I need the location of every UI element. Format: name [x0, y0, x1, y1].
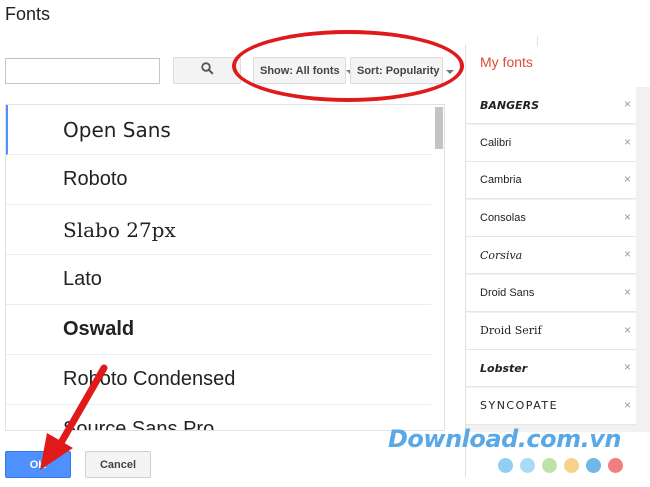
watermark-dot — [608, 458, 623, 473]
annotation-arrow — [40, 364, 108, 470]
watermark-text: Download.com.vn — [388, 425, 621, 453]
watermark-dot — [586, 458, 601, 473]
watermark: Download.com.vn — [388, 425, 638, 481]
watermark-dots — [498, 458, 623, 473]
watermark-dot — [520, 458, 535, 473]
watermark-dot — [542, 458, 557, 473]
watermark-dot — [498, 458, 513, 473]
watermark-dot — [564, 458, 579, 473]
